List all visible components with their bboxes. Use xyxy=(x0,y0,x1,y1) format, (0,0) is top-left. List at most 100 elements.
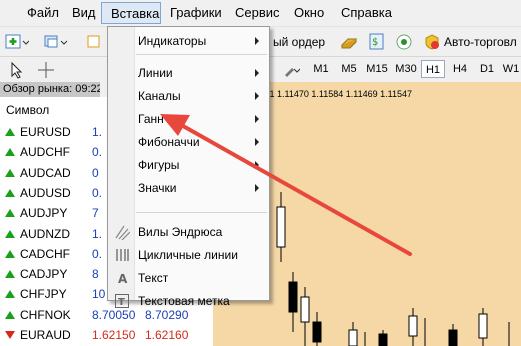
symbol-name: CHFJPY xyxy=(20,287,67,302)
bid-price: 1. xyxy=(92,125,103,139)
symbol-name: AUDCAD xyxy=(20,165,71,180)
menu-window[interactable]: Окно xyxy=(294,5,324,20)
symbol-name: EURUSD xyxy=(20,125,71,139)
menu-item-label: Текстовая метка xyxy=(138,294,230,308)
menu-view[interactable]: Вид xyxy=(72,5,96,20)
menu-item-arrows[interactable]: Значки xyxy=(108,177,269,200)
arrow-up-icon xyxy=(5,188,15,197)
arrow-up-icon xyxy=(5,168,15,177)
symbol-name: CADCHF xyxy=(20,246,70,261)
menu-item-andrews-pitchfork[interactable]: Вилы Эндрюса xyxy=(108,221,269,244)
column-symbol[interactable]: Символ xyxy=(6,103,49,117)
crosshair-icon[interactable] xyxy=(37,61,55,79)
menu-item-shapes[interactable]: Фигуры xyxy=(108,154,269,177)
symbol-name: EURAUD xyxy=(20,328,71,342)
cycle-lines-icon xyxy=(116,249,129,261)
menu-separator xyxy=(136,54,267,55)
submenu-arrow-icon xyxy=(255,37,259,45)
tf-m30[interactable]: M30 xyxy=(392,60,420,78)
menu-item-text[interactable]: A Текст xyxy=(108,267,269,290)
menu-insert-label: Вставка xyxy=(111,6,160,21)
menu-item-label: Линии xyxy=(138,66,173,80)
menu-item-label: Фигуры xyxy=(138,158,180,172)
submenu-arrow-icon xyxy=(255,69,259,77)
bid-price: 1. xyxy=(92,226,103,241)
menu-charts[interactable]: Графики xyxy=(170,5,222,20)
menu-item-lines[interactable]: Линии xyxy=(108,62,269,85)
symbol-name: CHFNOK xyxy=(20,307,71,322)
symbol-name: AUDNZD xyxy=(20,226,70,241)
bid-price: 0. xyxy=(92,185,103,200)
svg-text:T: T xyxy=(118,297,125,308)
autotrading-icon[interactable] xyxy=(423,33,441,51)
menu-insert[interactable]: Вставка xyxy=(101,2,161,24)
menu-bar: Файл Вид Вставка Графики Сервис Окно Спр… xyxy=(0,0,521,26)
autotrading-button[interactable]: Авто-торговл xyxy=(444,35,517,49)
menu-service[interactable]: Сервис xyxy=(235,5,280,20)
menu-item-label: Цикличные линии xyxy=(138,248,238,262)
submenu-arrow-icon xyxy=(255,138,259,146)
menu-item-fibonacci[interactable]: Фибоначчи xyxy=(108,131,269,154)
menu-item-label: Ганн xyxy=(138,112,164,126)
bid-price: 0 xyxy=(92,165,99,180)
bid-price: 10 xyxy=(92,287,106,302)
new-order-button[interactable]: ый ордер xyxy=(273,35,325,49)
tf-h1[interactable]: H1 xyxy=(421,60,445,78)
svg-text:$: $ xyxy=(372,37,378,48)
tf-m15[interactable]: M15 xyxy=(363,60,391,78)
arrow-up-icon xyxy=(5,229,15,238)
profiles-icon[interactable] xyxy=(44,34,68,50)
signals-icon[interactable] xyxy=(395,33,413,51)
symbol-name: AUDJPY xyxy=(20,206,68,221)
menu-item-label: Текст xyxy=(138,271,169,285)
menu-file[interactable]: Файл xyxy=(27,5,59,20)
svg-text:A: A xyxy=(118,272,128,286)
arrow-up-icon xyxy=(5,310,15,319)
gold-bar-icon[interactable] xyxy=(340,33,358,51)
bid-price: 7 xyxy=(92,206,99,221)
bid-price: 0. xyxy=(92,246,103,261)
cursor-icon[interactable] xyxy=(9,61,25,79)
tf-h4[interactable]: H4 xyxy=(449,60,471,78)
menu-item-gann[interactable]: Ганн xyxy=(108,108,269,131)
market-watch-icon[interactable]: $ xyxy=(368,33,386,51)
ask-price: 1.62160 xyxy=(145,328,189,342)
menu-item-cycle-lines[interactable]: Цикличные линии xyxy=(108,244,269,267)
menu-item-indicators[interactable]: Индикаторы xyxy=(108,30,269,53)
menu-item-label: Значки xyxy=(138,181,177,195)
tf-m1[interactable]: M1 xyxy=(310,60,332,78)
toolbar-icon-partial[interactable] xyxy=(86,34,100,50)
tf-w1[interactable]: W1 xyxy=(501,60,521,78)
new-chart-icon[interactable] xyxy=(5,34,29,50)
submenu-arrow-icon xyxy=(255,92,259,100)
text-icon: A xyxy=(118,272,128,286)
arrow-up-icon xyxy=(5,209,15,218)
submenu-arrow-icon xyxy=(255,161,259,169)
tf-d1[interactable]: D1 xyxy=(476,60,498,78)
menu-item-label: Каналы xyxy=(138,89,181,103)
submenu-arrow-icon xyxy=(255,115,259,123)
bid-price: 1.62150 xyxy=(92,328,136,342)
submenu-arrow-icon xyxy=(255,184,259,192)
table-row[interactable]: EURAUD 1.62150 1.62160 xyxy=(0,325,213,345)
menu-item-text-label[interactable]: T Текстовая метка xyxy=(108,290,269,313)
symbol-name: CADJPY xyxy=(20,267,68,282)
insert-menu-dropdown: Индикаторы Линии Каналы Ганн Фибоначчи Фигуры… xyxy=(107,26,270,308)
arrow-up-icon xyxy=(5,128,15,136)
menu-help[interactable]: Справка xyxy=(341,5,392,20)
tf-m5[interactable]: M5 xyxy=(338,60,360,78)
market-watch-title: Обзор рынка: 09:22 xyxy=(0,82,100,97)
symbol-name: AUDCHF xyxy=(20,145,70,160)
menu-item-label: Вилы Эндрюса xyxy=(138,225,223,239)
menu-item-channels[interactable]: Каналы xyxy=(108,85,269,108)
arrow-up-icon xyxy=(5,290,15,299)
bid-price: 0. xyxy=(92,145,103,160)
menu-separator xyxy=(136,212,267,213)
menu-item-label: Фибоначчи xyxy=(138,135,200,149)
arrow-up-icon xyxy=(5,148,15,157)
text-label-icon: T xyxy=(115,294,129,308)
arrow-down-icon xyxy=(5,331,15,339)
pen-dropdown-icon[interactable] xyxy=(284,63,300,77)
arrow-up-icon xyxy=(5,249,15,258)
andrews-pitchfork-icon xyxy=(115,225,130,240)
